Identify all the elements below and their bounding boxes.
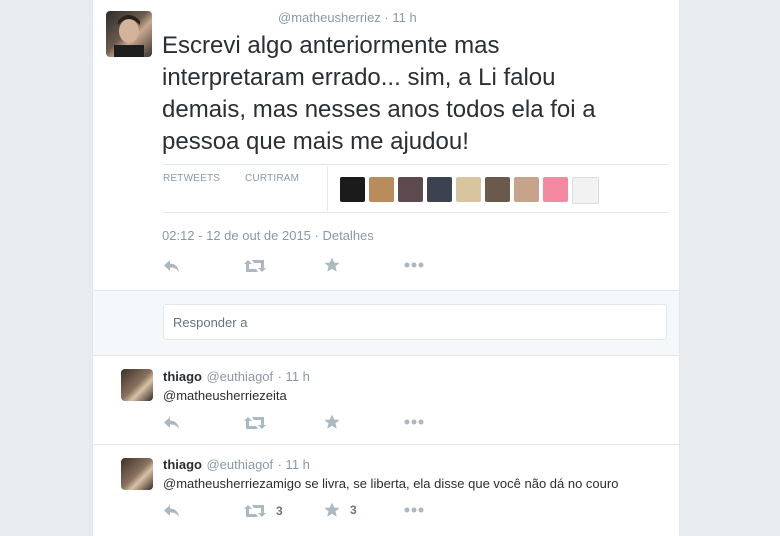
- more-button[interactable]: [404, 507, 424, 513]
- stats-separator: [327, 167, 328, 211]
- retweet-icon: [244, 260, 266, 272]
- reply-icon: [164, 505, 179, 517]
- reply-text: @matheusherriezamigo se livra, se libert…: [163, 475, 618, 493]
- reply-header: thiago @euthiagof · 11 h: [163, 456, 310, 474]
- divider: [162, 164, 668, 165]
- more-button[interactable]: [404, 262, 424, 268]
- liker-avatar[interactable]: [543, 177, 568, 202]
- reply-body: eita: [265, 388, 287, 403]
- retweet-button[interactable]: [244, 416, 266, 430]
- divider: [93, 444, 679, 445]
- retweet-icon: [244, 505, 266, 517]
- tweet-timestamp: 02:12 - 12 de out de 2015 · Detalhes: [162, 228, 374, 243]
- liker-avatar[interactable]: [369, 177, 394, 202]
- reply-input[interactable]: Responder a: [163, 304, 667, 340]
- reply-mention[interactable]: @matheusherriez: [163, 476, 266, 491]
- like-button[interactable]: [324, 414, 340, 430]
- more-button[interactable]: [404, 419, 424, 425]
- reply-body: amigo se livra, se liberta, ela disse qu…: [265, 476, 619, 491]
- reply-author-handle[interactable]: @euthiagof: [206, 369, 273, 384]
- reply-header: thiago @euthiagof · 11 h: [163, 368, 310, 386]
- reply-author-name[interactable]: thiago: [163, 369, 202, 384]
- star-icon: [324, 502, 340, 517]
- more-icon: [404, 507, 424, 513]
- retweets-label[interactable]: RETWEETS: [163, 173, 220, 184]
- liker-avatar[interactable]: [427, 177, 452, 202]
- reply-time[interactable]: · 11 h: [278, 457, 310, 472]
- likes-label[interactable]: CURTIRAM: [245, 173, 299, 184]
- liker-avatar[interactable]: [485, 177, 510, 202]
- like-count: 3: [350, 503, 357, 517]
- tweet-time: · 11 h: [384, 10, 417, 25]
- liker-avatar[interactable]: [572, 177, 599, 204]
- reply-button[interactable]: [163, 415, 181, 431]
- reply-author-handle[interactable]: @euthiagof: [206, 457, 273, 472]
- reply-text: @matheusherriezeita: [163, 387, 287, 405]
- details-link[interactable]: · Detalhes: [315, 228, 374, 243]
- retweet-button[interactable]: [244, 259, 266, 273]
- star-icon: [324, 257, 340, 272]
- more-icon: [404, 419, 424, 425]
- reply-avatar[interactable]: [121, 369, 153, 401]
- reply-mention[interactable]: @matheusherriez: [163, 388, 266, 403]
- reply-author-name[interactable]: thiago: [163, 457, 202, 472]
- author-handle[interactable]: @matheusherriez · 11 h: [278, 10, 417, 25]
- retweet-icon: [244, 417, 266, 429]
- author-avatar[interactable]: [106, 11, 152, 57]
- liker-avatar[interactable]: [456, 177, 481, 202]
- liker-avatar[interactable]: [514, 177, 539, 202]
- likers-list: [340, 177, 599, 204]
- more-icon: [404, 262, 424, 268]
- retweet-button[interactable]: 3: [244, 504, 283, 518]
- retweet-count: 3: [276, 504, 283, 518]
- reply-time[interactable]: · 11 h: [278, 369, 310, 384]
- tweet-text: Escrevi algo anteriormente mas interpret…: [162, 32, 596, 155]
- liker-avatar[interactable]: [398, 177, 423, 202]
- reply-icon: [164, 417, 179, 429]
- reply-icon: [164, 260, 179, 272]
- like-button[interactable]: [324, 257, 340, 273]
- reply-button[interactable]: [163, 503, 181, 519]
- star-icon: [324, 414, 340, 429]
- like-button[interactable]: 3: [324, 502, 357, 518]
- divider: [162, 212, 668, 213]
- reply-avatar[interactable]: [121, 458, 153, 490]
- reply-button[interactable]: [163, 258, 181, 274]
- liker-avatar[interactable]: [340, 177, 365, 202]
